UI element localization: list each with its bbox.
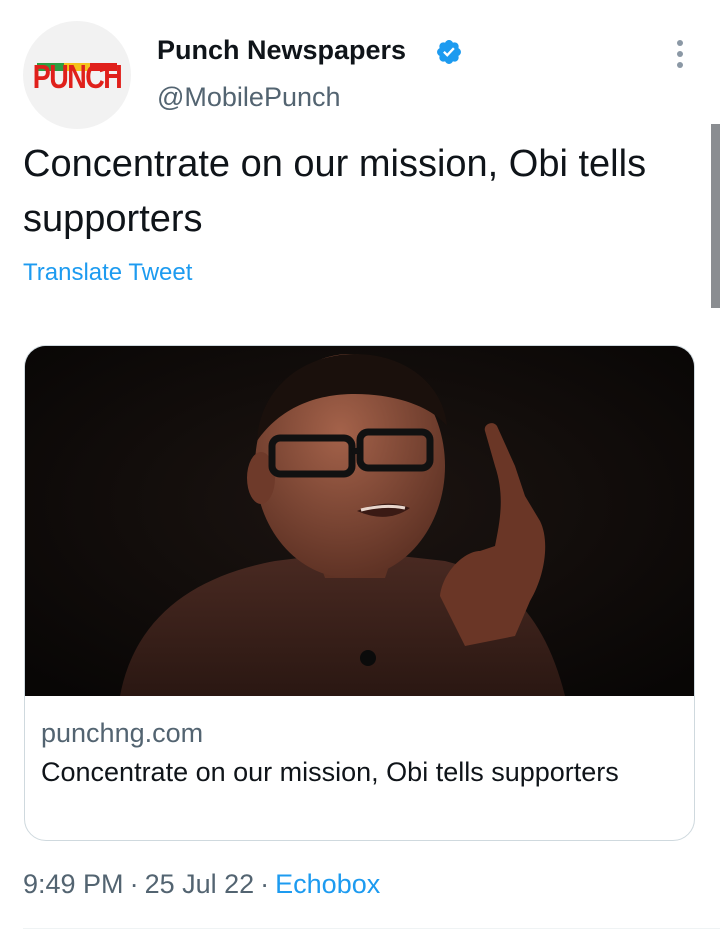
- more-options-button[interactable]: [666, 36, 694, 72]
- tweet-source[interactable]: Echobox: [275, 869, 380, 899]
- separator: ·: [129, 869, 139, 899]
- translate-tweet-link[interactable]: Translate Tweet: [23, 259, 192, 287]
- tweet-metadata: 9:49 PM · 25 Jul 22 · Echobox: [23, 869, 380, 900]
- tweet-text: Concentrate on our mission, Obi tells su…: [23, 143, 647, 240]
- divider: [23, 928, 720, 929]
- tweet-time[interactable]: 9:49 PM: [23, 869, 124, 899]
- more-vertical-icon: [677, 51, 683, 57]
- card-image[interactable]: [25, 346, 694, 696]
- card-title: Concentrate on our mission, Obi tells su…: [41, 757, 619, 787]
- portrait-photo: [25, 346, 694, 696]
- verified-badge-icon: [437, 40, 461, 64]
- avatar[interactable]: PUNCH: [23, 21, 131, 129]
- separator: ·: [260, 869, 270, 899]
- punch-logo-text: PUNCH: [32, 57, 123, 96]
- link-card[interactable]: punchng.com Concentrate on our mission, …: [24, 345, 695, 841]
- more-vertical-icon: [677, 62, 683, 68]
- scrollbar[interactable]: [711, 124, 720, 308]
- tweet-date[interactable]: 25 Jul 22: [145, 869, 255, 899]
- display-name[interactable]: Punch Newspapers: [157, 35, 406, 66]
- more-vertical-icon: [677, 40, 683, 46]
- card-domain: punchng.com: [41, 718, 204, 748]
- account-handle[interactable]: @MobilePunch: [157, 82, 341, 113]
